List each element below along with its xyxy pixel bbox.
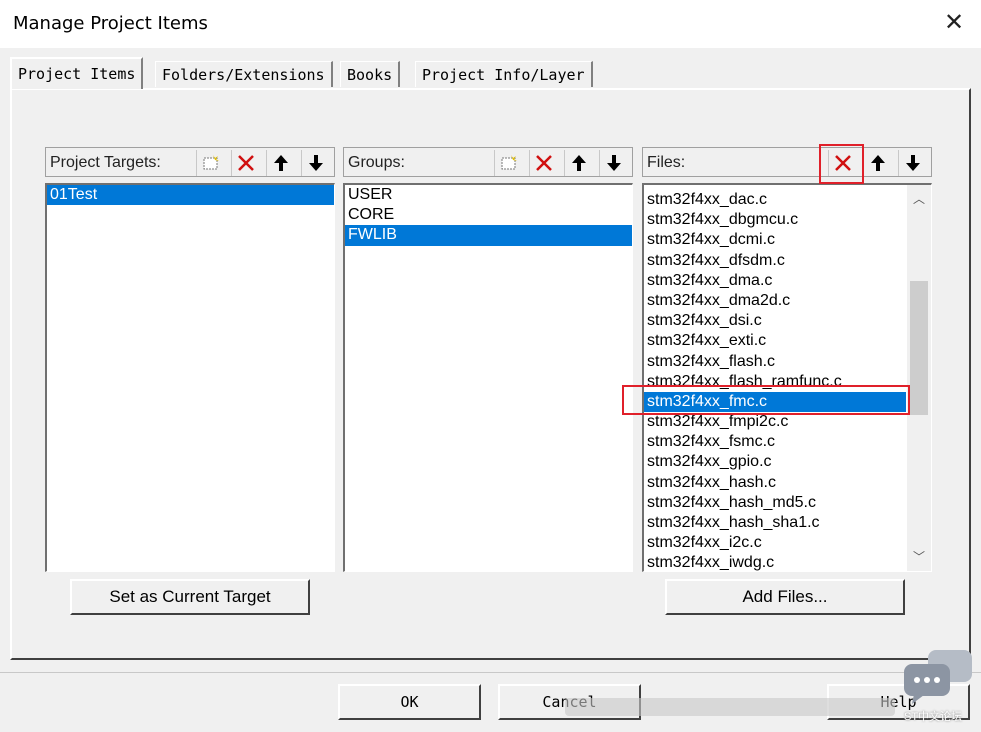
list-item[interactable]: 01Test (47, 185, 334, 206)
arrow-down-icon (905, 155, 920, 171)
files-scrollbar[interactable]: ︿ ﹀ (907, 185, 931, 571)
arrow-up-icon (571, 155, 586, 171)
move-file-up-button[interactable] (863, 150, 891, 176)
move-group-down-button[interactable] (599, 150, 627, 176)
list-item[interactable]: stm32f4xx_flash.c (644, 352, 906, 372)
list-item[interactable]: stm32f4xx_exti.c (644, 331, 906, 351)
list-item[interactable]: CORE (345, 205, 632, 225)
delete-icon (535, 155, 552, 171)
files-label: Files: (647, 154, 686, 171)
tab-project-items[interactable]: Project Items (10, 57, 144, 89)
scroll-up-icon[interactable]: ︿ (907, 189, 931, 209)
list-item[interactable]: stm32f4xx_dma.c (644, 271, 906, 291)
list-item[interactable]: stm32f4xx_dma2d.c (644, 291, 906, 311)
move-group-up-button[interactable] (564, 150, 592, 176)
watermark-text: ST中文论坛 (904, 711, 963, 723)
files-list[interactable]: stm32f4xx_dac.c stm32f4xx_dbgmcu.c stm32… (642, 183, 932, 572)
list-item[interactable]: stm32f4xx_hash.c (644, 473, 906, 493)
list-item[interactable]: stm32f4xx_i2c.c (644, 533, 906, 553)
set-current-target-button[interactable]: Set as Current Target (70, 579, 310, 615)
tab-books[interactable]: Books (340, 61, 401, 87)
targets-label: Project Targets: (50, 154, 161, 171)
files-header: Files: (642, 147, 932, 177)
groups-label: Groups: (348, 154, 405, 171)
new-item-icon (203, 155, 219, 170)
watermark: ST中文论坛 (900, 648, 976, 728)
arrow-up-icon (870, 155, 885, 171)
move-file-down-button[interactable] (898, 150, 926, 176)
arrow-up-icon (273, 155, 288, 171)
list-item[interactable]: stm32f4xx_hash_sha1.c (644, 513, 906, 533)
arrow-down-icon (606, 155, 621, 171)
list-item[interactable]: stm32f4xx_dbgmcu.c (644, 210, 906, 230)
list-item[interactable]: stm32f4xx_dsi.c (644, 311, 906, 331)
groups-header: Groups: (343, 147, 633, 177)
add-files-button[interactable]: Add Files... (665, 579, 905, 615)
list-item[interactable]: stm32f4xx_fsmc.c (644, 432, 906, 452)
new-group-button[interactable] (494, 150, 522, 176)
new-item-icon (501, 155, 517, 170)
new-target-button[interactable] (196, 150, 224, 176)
dialog-title: Manage Project Items (13, 13, 208, 34)
delete-icon (834, 155, 851, 171)
list-item[interactable]: stm32f4xx_dcmi.c (644, 230, 906, 250)
groups-list[interactable]: USER CORE FWLIB (343, 183, 633, 572)
delete-file-button[interactable] (828, 150, 856, 176)
scroll-thumb[interactable] (910, 281, 928, 415)
tab-project-info-layer[interactable]: Project Info/Layer (415, 61, 593, 87)
arrow-down-icon (308, 155, 323, 171)
list-item[interactable]: stm32f4xx_hash_md5.c (644, 493, 906, 513)
chat-bubble-icon (904, 650, 972, 704)
close-icon[interactable]: ✕ (941, 10, 967, 36)
list-item[interactable]: stm32f4xx_gpio.c (644, 452, 906, 472)
delete-icon (237, 155, 254, 171)
targets-list[interactable]: 01Test (45, 183, 335, 572)
tab-strip: Project Items Folders/Extensions Books P… (10, 57, 970, 89)
list-item[interactable]: stm32f4xx_fmc.c (644, 391, 906, 413)
delete-group-button[interactable] (529, 150, 557, 176)
delete-target-button[interactable] (231, 150, 259, 176)
blur-overlay (565, 698, 895, 716)
tab-folders-extensions[interactable]: Folders/Extensions (155, 61, 333, 87)
list-item[interactable]: stm32f4xx_iwdg.c (644, 553, 906, 571)
list-item[interactable]: stm32f4xx_flash_ramfunc.c (644, 372, 906, 392)
move-target-up-button[interactable] (266, 150, 294, 176)
title-bar: Manage Project Items ✕ (0, 0, 981, 48)
list-item[interactable]: FWLIB (345, 225, 632, 246)
list-item[interactable]: stm32f4xx_dfsdm.c (644, 251, 906, 271)
scroll-down-icon[interactable]: ﹀ (907, 547, 931, 567)
targets-header: Project Targets: (45, 147, 335, 177)
ok-button[interactable]: OK (338, 684, 481, 720)
list-item[interactable]: USER (345, 185, 632, 205)
files-items: stm32f4xx_dac.c stm32f4xx_dbgmcu.c stm32… (644, 190, 906, 571)
list-item[interactable]: stm32f4xx_fmpi2c.c (644, 412, 906, 432)
move-target-down-button[interactable] (301, 150, 329, 176)
list-item[interactable]: stm32f4xx_dac.c (644, 190, 906, 210)
